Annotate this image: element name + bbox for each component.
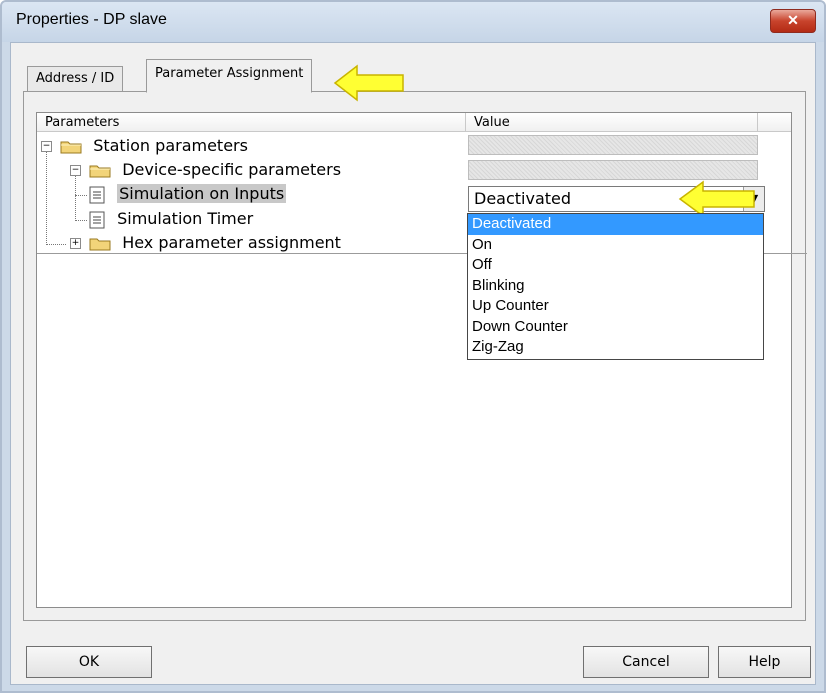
option-down-counter[interactable]: Down Counter	[468, 317, 763, 338]
tree-node-device-specific[interactable]: − Device-specific parameters	[70, 159, 341, 183]
tree-node-station-parameters[interactable]: − Station parameters	[41, 135, 248, 159]
tab-address-id[interactable]: Address / ID	[27, 66, 124, 91]
option-off[interactable]: Off	[468, 255, 763, 276]
parameter-grid: Parameters Value − Station parameters −	[36, 112, 807, 608]
tree-label: Simulation on Inputs	[117, 184, 287, 203]
option-blinking[interactable]: Blinking	[468, 276, 763, 297]
option-deactivated[interactable]: Deactivated	[468, 214, 763, 235]
folder-icon	[89, 238, 111, 251]
close-button[interactable]: ✕	[770, 9, 816, 33]
expand-icon[interactable]: +	[70, 238, 81, 249]
document-icon	[89, 186, 105, 203]
dialog-window: Properties - DP slave ✕ Address / ID Par…	[0, 0, 826, 693]
option-on[interactable]: On	[468, 235, 763, 256]
value-field-device	[468, 160, 758, 180]
document-icon	[89, 211, 105, 228]
value-dropdown-list: Deactivated On Off Blinking Up Counter D…	[467, 213, 764, 360]
collapse-icon[interactable]: −	[41, 141, 52, 152]
window-title: Properties - DP slave	[16, 11, 167, 28]
cancel-button[interactable]: Cancel	[583, 646, 709, 678]
tree-label: Device-specific parameters	[122, 160, 342, 179]
tree-label: Simulation Timer	[117, 209, 254, 228]
tree-label: Hex parameter assignment	[122, 233, 341, 252]
close-icon: ✕	[787, 12, 799, 28]
tree-node-simulation-on-inputs[interactable]: Simulation on Inputs	[88, 183, 287, 207]
combo-selected-value: Deactivated	[474, 189, 572, 208]
folder-icon	[60, 141, 82, 154]
help-button[interactable]: Help	[718, 646, 811, 678]
column-header-parameters[interactable]: Parameters	[37, 113, 466, 132]
title-bar: Properties - DP slave ✕	[2, 2, 824, 42]
tree-node-simulation-timer[interactable]: Simulation Timer	[88, 208, 253, 232]
tree-node-hex-parameter-assignment[interactable]: + Hex parameter assignment	[70, 232, 341, 256]
collapse-icon[interactable]: −	[70, 165, 81, 176]
highlight-arrow-icon	[333, 64, 404, 102]
column-header-spacer	[758, 113, 791, 132]
ok-button[interactable]: OK	[26, 646, 152, 678]
tree-label: Station parameters	[93, 136, 248, 155]
tab-parameter-assignment[interactable]: Parameter Assignment	[146, 59, 313, 93]
folder-icon	[89, 165, 111, 178]
option-zig-zag[interactable]: Zig-Zag	[468, 337, 763, 358]
column-header-value[interactable]: Value	[466, 113, 758, 132]
option-up-counter[interactable]: Up Counter	[468, 296, 763, 317]
dialog-client: Address / ID Parameter Assignment Parame…	[10, 42, 816, 685]
value-field-station	[468, 135, 758, 155]
